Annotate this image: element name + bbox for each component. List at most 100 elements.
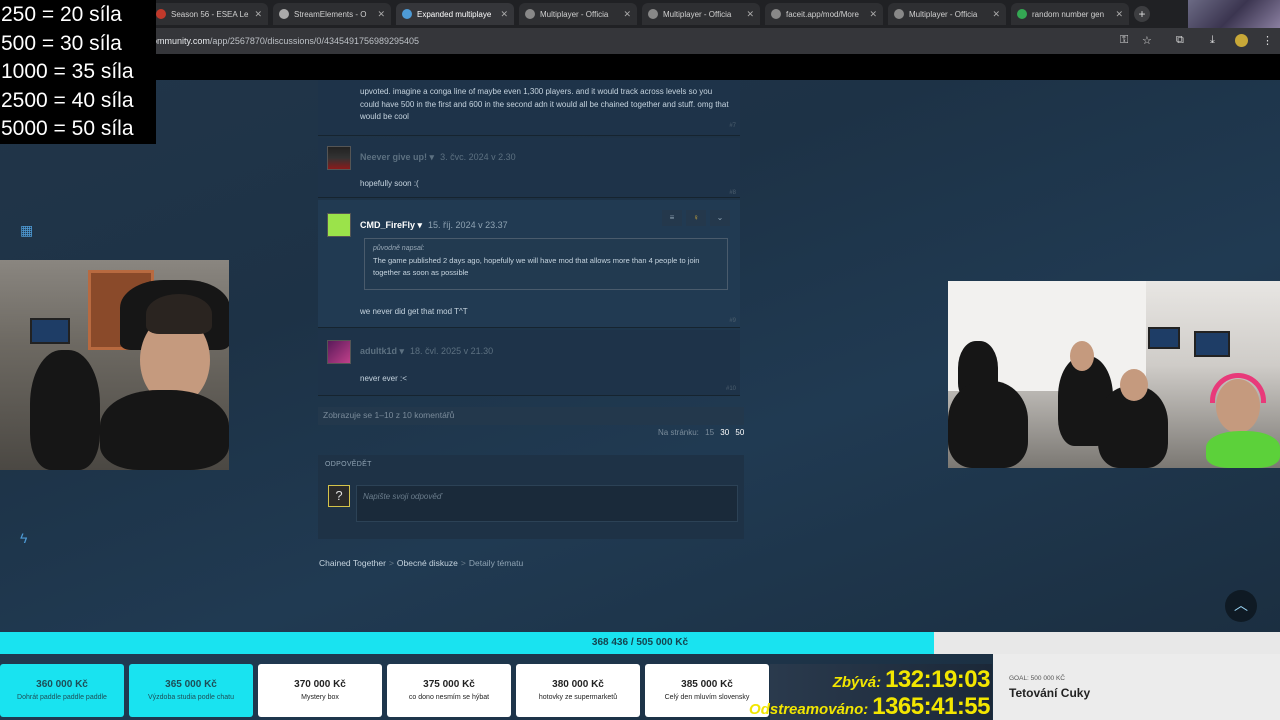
browser-tab[interactable]: Multiplayer - Officia ✕ bbox=[519, 3, 637, 25]
milestone-card: 370 000 Kč Mystery box bbox=[258, 664, 382, 717]
close-tab-icon[interactable]: ✕ bbox=[988, 9, 1000, 20]
webcam-streamer bbox=[0, 260, 229, 470]
close-tab-icon[interactable]: ✕ bbox=[373, 9, 385, 20]
comment-date: 3. čvc. 2024 v 2.30 bbox=[440, 152, 516, 162]
milestone-amount: 375 000 Kč bbox=[423, 679, 475, 690]
comment-actions: ≡ ♀ ⌄ bbox=[662, 210, 730, 226]
reply-input[interactable]: Napište svoji odpověď bbox=[356, 485, 738, 522]
more-chevron-icon[interactable]: ⌄ bbox=[710, 210, 730, 226]
browser-tab[interactable]: StreamElements - O ✕ bbox=[273, 3, 391, 25]
download-icon[interactable]: ⤓ bbox=[1210, 34, 1215, 47]
grid-apps-icon[interactable]: ▦ bbox=[20, 222, 33, 239]
menu-kebab-icon[interactable]: ⋮ bbox=[1262, 34, 1273, 47]
reply-label: ODPOVĚDĚT bbox=[325, 461, 372, 468]
reply-section: ODPOVĚDĚT ? Napište svoji odpověď bbox=[318, 455, 744, 539]
close-tab-icon[interactable]: ✕ bbox=[250, 9, 262, 20]
overlay-goal: 250 = 20 síla bbox=[1, 3, 122, 26]
browser-tab[interactable]: random number gen ✕ bbox=[1011, 3, 1129, 25]
per-page-option[interactable]: 15 bbox=[705, 428, 714, 437]
per-page-option[interactable]: 50 bbox=[735, 428, 744, 437]
breadcrumb: Chained Together > Obecné diskuze > Detaily … bbox=[319, 558, 524, 568]
comment: adultk1d ▾ 18. čvl. 2025 v 21.30 never ev… bbox=[318, 330, 740, 396]
avatar[interactable] bbox=[327, 146, 351, 170]
bookmark-star-icon[interactable]: ☆ bbox=[1142, 34, 1152, 47]
face bbox=[1120, 369, 1148, 401]
milestone-card: 360 000 Kč Dohrát paddle paddle paddle bbox=[0, 664, 124, 717]
milestone-card: 380 000 Kč hotovky ze supermarketů bbox=[516, 664, 640, 717]
comment-date: 15. říj. 2024 v 23.37 bbox=[428, 220, 508, 230]
browser-tab[interactable]: Season 56 - ESEA Le ✕ bbox=[150, 3, 268, 25]
comment-highlighted: CMD_FireFly ▾ 15. říj. 2024 v 23.37 ≡ ♀ ⌄… bbox=[318, 200, 740, 328]
page-top-band bbox=[0, 54, 1280, 80]
new-tab-button[interactable]: + bbox=[1134, 6, 1150, 22]
comment-thread: upvoted. imagine a conga line of maybe e… bbox=[318, 80, 740, 400]
tab-favicon-icon bbox=[894, 9, 904, 19]
close-tab-icon[interactable]: ✕ bbox=[496, 9, 508, 20]
comment-number[interactable]: #7 bbox=[729, 123, 736, 129]
overlay-goal: 5000 = 50 síla bbox=[1, 117, 134, 140]
screen: Season 56 - ESEA Le ✕ StreamElements - O ✕… bbox=[0, 0, 1280, 720]
tab-favicon-icon bbox=[771, 9, 781, 19]
per-page-selector: Na stránku: 15 30 50 bbox=[654, 428, 744, 437]
close-tab-icon[interactable]: ✕ bbox=[619, 9, 631, 20]
comment-number[interactable]: #9 bbox=[729, 318, 736, 324]
comment-count: Zobrazuje se 1–10 z 10 komentářů bbox=[318, 407, 744, 425]
tab-favicon-icon bbox=[156, 9, 166, 19]
comment-author[interactable]: adultk1d ▾ 18. čvl. 2025 v 21.30 bbox=[360, 346, 493, 357]
browser-tab[interactable]: faceit.app/mod/More ✕ bbox=[765, 3, 883, 25]
hair bbox=[146, 294, 212, 334]
password-key-icon[interactable]: ⚿ bbox=[1120, 34, 1128, 47]
stream-timers: Zbývá: 132:19:03 Odstreamováno: 1365:41:55 bbox=[749, 664, 992, 720]
browser-tab[interactable]: Multiplayer - Officia ✕ bbox=[888, 3, 1006, 25]
comment-text: upvoted. imagine a conga line of maybe e… bbox=[360, 87, 729, 121]
avatar[interactable] bbox=[327, 340, 351, 364]
comment-author[interactable]: CMD_FireFly ▾ 15. říj. 2024 v 23.37 bbox=[360, 220, 508, 231]
monitor bbox=[30, 318, 70, 344]
breadcrumb-section-link[interactable]: Obecné diskuze bbox=[397, 558, 458, 568]
comment-date: 18. čvl. 2025 v 21.30 bbox=[410, 346, 494, 356]
streamed-timer: Odstreamováno: 1365:41:55 bbox=[749, 693, 990, 720]
per-page-option-selected[interactable]: 30 bbox=[720, 428, 729, 437]
streamed-label: Odstreamováno: bbox=[749, 701, 869, 718]
donation-progress-bar: 368 436 / 505 000 Kč bbox=[0, 632, 1280, 654]
breadcrumb-game-link[interactable]: Chained Together bbox=[319, 558, 386, 568]
question-avatar-icon: ? bbox=[328, 485, 350, 507]
face bbox=[1070, 341, 1094, 371]
close-tab-icon[interactable]: ✕ bbox=[1111, 9, 1123, 20]
browser-tab[interactable]: Multiplayer - Officia ✕ bbox=[642, 3, 760, 25]
goal-title: Tetování Cuky bbox=[1009, 686, 1091, 700]
person-front bbox=[948, 381, 1028, 468]
url-field[interactable]: amcommunity.com/app/2567870/discussions/… bbox=[135, 36, 419, 46]
milestone-desc: hotovky ze supermarketů bbox=[538, 694, 618, 701]
streamer-body bbox=[100, 390, 229, 470]
remaining-label: Zbývá: bbox=[832, 674, 882, 691]
pink-headset bbox=[1210, 373, 1266, 403]
green-shirt bbox=[1206, 431, 1280, 468]
scroll-to-top-button[interactable]: ︿ bbox=[1225, 590, 1257, 622]
milestone-amount: 370 000 Kč bbox=[294, 679, 346, 690]
browser-tab-bar: Season 56 - ESEA Le ✕ StreamElements - O ✕… bbox=[0, 0, 1280, 28]
avatar[interactable] bbox=[327, 213, 351, 237]
comment-author[interactable]: Neever give up! ▾ 3. čvc. 2024 v 2.30 bbox=[360, 152, 516, 163]
tab-favicon-icon bbox=[1017, 9, 1027, 19]
comment-number[interactable]: #10 bbox=[726, 386, 736, 392]
remaining-value: 132:19:03 bbox=[885, 666, 990, 693]
quote-icon[interactable]: ≡ bbox=[662, 210, 682, 226]
monitor bbox=[1194, 331, 1230, 357]
person-left bbox=[30, 350, 100, 470]
award-icon[interactable]: ♀ bbox=[686, 210, 706, 226]
profile-wallpaper bbox=[1188, 0, 1280, 28]
profile-avatar-icon[interactable] bbox=[1235, 34, 1248, 47]
close-tab-icon[interactable]: ✕ bbox=[742, 9, 754, 20]
lightning-icon[interactable]: ϟ bbox=[20, 530, 27, 546]
milestone-desc: co dono nesmím se hýbat bbox=[408, 694, 490, 701]
extensions-icon[interactable]: ⧉ bbox=[1176, 34, 1184, 47]
milestone-card: 375 000 Kč co dono nesmím se hýbat bbox=[387, 664, 511, 717]
milestone-desc: Mystery box bbox=[301, 694, 339, 701]
tab-favicon-icon bbox=[402, 9, 412, 19]
comment-number[interactable]: #8 bbox=[729, 190, 736, 196]
comment-text: we never did get that mod T^T bbox=[360, 307, 468, 316]
close-tab-icon[interactable]: ✕ bbox=[865, 9, 877, 20]
comment: upvoted. imagine a conga line of maybe e… bbox=[318, 80, 740, 136]
browser-tab-active[interactable]: Expanded multiplaye ✕ bbox=[396, 3, 514, 25]
